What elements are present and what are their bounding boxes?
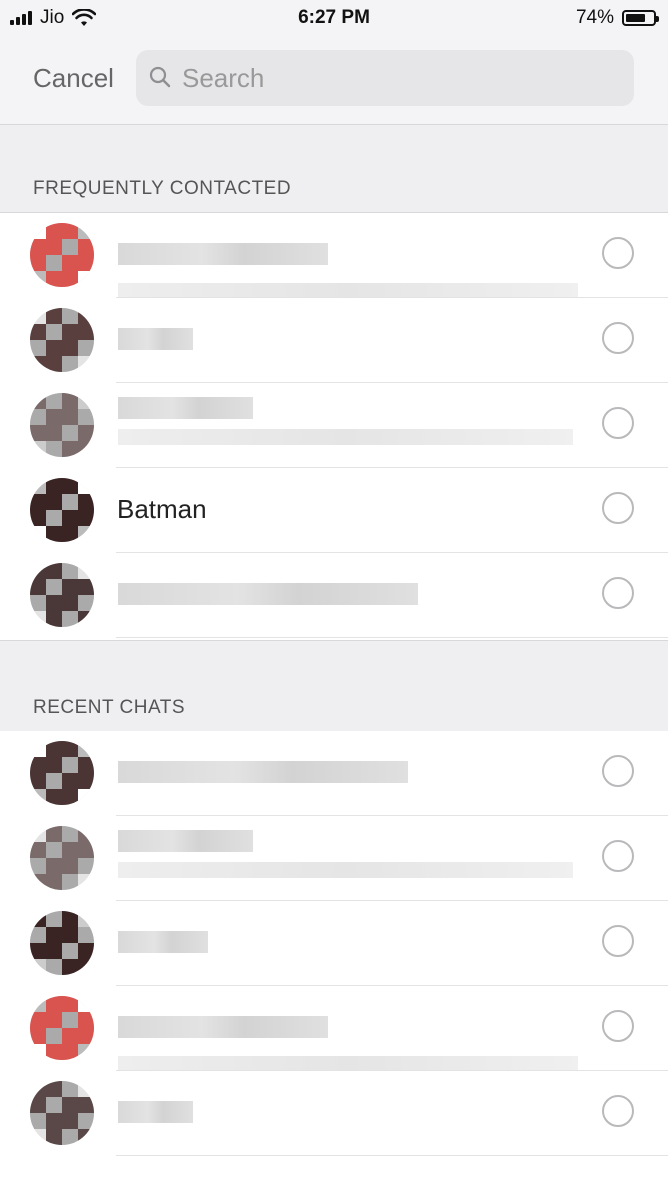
contact-row[interactable]	[0, 383, 668, 468]
contact-name-redacted	[118, 1101, 193, 1123]
contact-name-redacted	[118, 1016, 328, 1038]
avatar	[30, 393, 94, 457]
row-divider	[116, 637, 668, 638]
avatar	[30, 563, 94, 627]
contact-subtitle-redacted	[118, 429, 573, 445]
avatar	[30, 1081, 94, 1145]
contact-name-redacted	[118, 397, 253, 419]
contact-row[interactable]	[0, 731, 668, 816]
section-header-frequent: FREQUENTLY CONTACTED	[0, 125, 668, 213]
select-radio[interactable]	[602, 925, 634, 957]
contact-name-redacted	[118, 243, 328, 265]
contact-name-redacted	[118, 328, 193, 350]
contact-row[interactable]	[0, 298, 668, 383]
select-radio[interactable]	[602, 1010, 634, 1042]
contact-row[interactable]	[0, 901, 668, 986]
contact-subtitle-redacted	[118, 862, 573, 878]
contact-row[interactable]	[0, 213, 668, 299]
status-right: 74%	[575, 7, 659, 29]
select-radio[interactable]	[602, 577, 634, 609]
select-radio[interactable]	[602, 755, 634, 787]
search-icon	[149, 66, 171, 88]
avatar	[30, 911, 94, 975]
avatar	[30, 741, 94, 805]
select-radio[interactable]	[602, 492, 634, 524]
search-box[interactable]	[136, 50, 634, 106]
avatar	[30, 478, 94, 542]
select-radio[interactable]	[602, 322, 634, 354]
section-title: RECENT CHATS	[33, 697, 186, 718]
status-bar: Jio 6:27 PM 74%	[0, 0, 668, 36]
contact-row[interactable]: Batman	[0, 468, 668, 553]
avatar	[30, 308, 94, 372]
avatar	[30, 996, 94, 1060]
contact-row[interactable]	[0, 553, 668, 638]
select-radio[interactable]	[602, 237, 634, 269]
search-input[interactable]	[182, 50, 612, 106]
contact-name-redacted	[118, 583, 418, 605]
contact-name: Batman	[117, 494, 207, 524]
select-radio[interactable]	[602, 407, 634, 439]
select-radio[interactable]	[602, 1095, 634, 1127]
avatar	[30, 826, 94, 890]
select-radio[interactable]	[602, 840, 634, 872]
avatar	[30, 223, 94, 287]
section-header-recent: RECENT CHATS	[0, 640, 668, 732]
contact-row[interactable]	[0, 816, 668, 901]
contact-name-redacted	[118, 830, 253, 852]
contact-name-redacted	[118, 931, 208, 953]
section-title: FREQUENTLY CONTACTED	[33, 178, 292, 199]
cancel-button[interactable]: Cancel	[33, 63, 114, 94]
battery-percent: 74%	[575, 7, 614, 28]
status-time: 6:27 PM	[298, 7, 370, 28]
battery-icon	[622, 10, 659, 26]
search-bar-container: Cancel	[0, 36, 668, 125]
contact-row[interactable]	[0, 986, 668, 1072]
contact-row[interactable]	[0, 1071, 668, 1156]
row-divider	[116, 1155, 668, 1156]
contact-name-redacted	[118, 761, 408, 783]
